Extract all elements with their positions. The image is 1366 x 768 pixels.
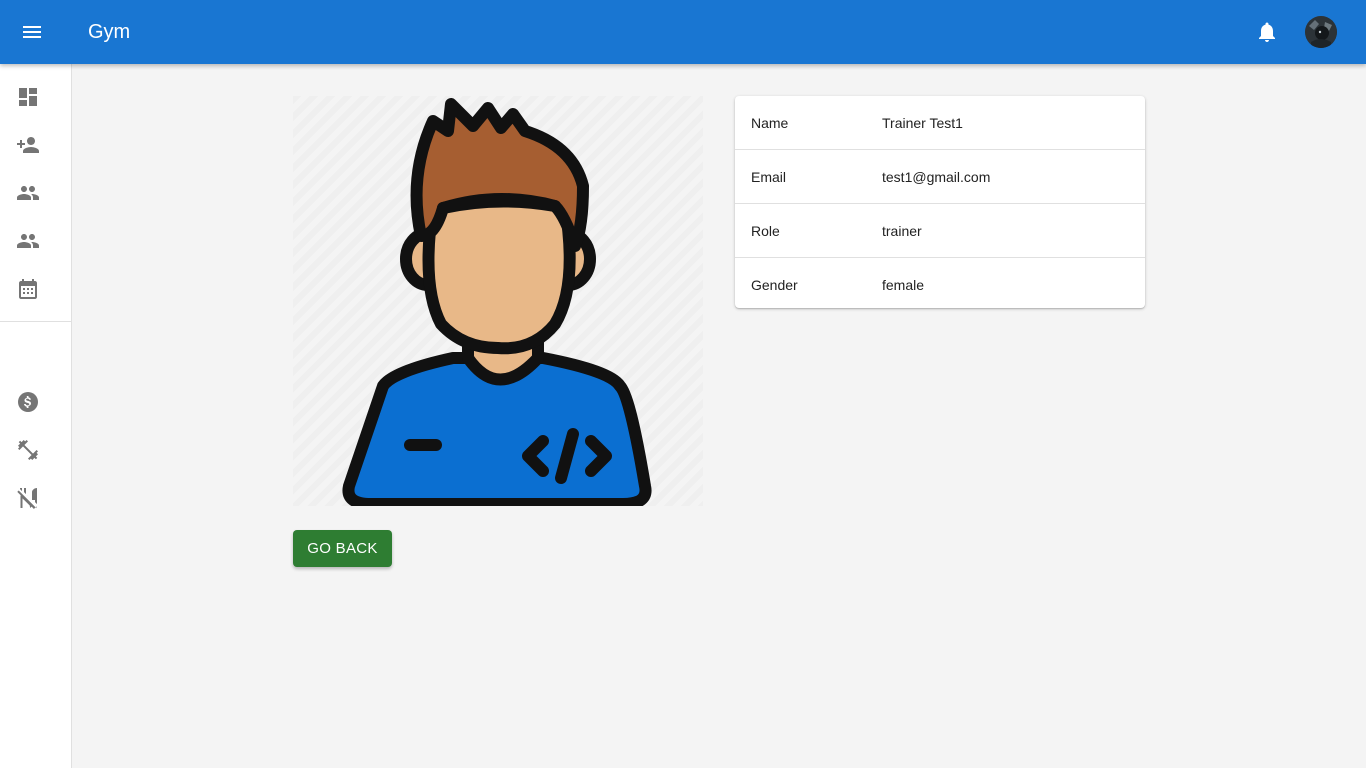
profile-details-card: Name Trainer Test1 Email test1@gmail.com…: [735, 96, 1145, 308]
app-title: Gym: [88, 21, 131, 43]
detail-value: Trainer Test1: [882, 114, 963, 131]
dollar-icon[interactable]: [16, 390, 40, 414]
detail-row-role: Role trainer: [735, 204, 1145, 258]
detail-row-email: Email test1@gmail.com: [735, 150, 1145, 204]
detail-value: female: [882, 276, 925, 293]
avatar-image: [1305, 16, 1337, 48]
sidebar-divider: [0, 321, 71, 322]
menu-button[interactable]: [12, 12, 52, 52]
no-meals-icon[interactable]: [16, 486, 40, 510]
developer-avatar-illustration: [342, 98, 652, 510]
fitness-center-icon[interactable]: [16, 438, 40, 462]
detail-label: Email: [751, 168, 787, 185]
sidebar: [0, 64, 72, 768]
detail-row-gender: Gender female: [735, 258, 1145, 308]
people-icon[interactable]: [16, 229, 40, 253]
detail-label: Gender: [751, 276, 798, 293]
bell-icon: [1259, 22, 1275, 42]
notifications-button[interactable]: [1251, 16, 1283, 48]
calendar-icon[interactable]: [16, 277, 40, 301]
detail-value: trainer: [882, 222, 922, 239]
go-back-button[interactable]: GO BACK: [293, 530, 392, 567]
user-avatar[interactable]: [1305, 16, 1337, 48]
dashboard-icon[interactable]: [16, 85, 40, 109]
profile-image: [293, 96, 703, 510]
detail-label: Role: [751, 222, 780, 239]
detail-row-name: Name Trainer Test1: [735, 96, 1145, 150]
person-add-icon[interactable]: [16, 133, 40, 157]
detail-value: test1@gmail.com: [882, 168, 991, 185]
detail-label: Name: [751, 114, 789, 131]
people-icon[interactable]: [16, 181, 40, 205]
app-bar: Gym: [0, 0, 1366, 64]
menu-icon: [23, 26, 41, 38]
